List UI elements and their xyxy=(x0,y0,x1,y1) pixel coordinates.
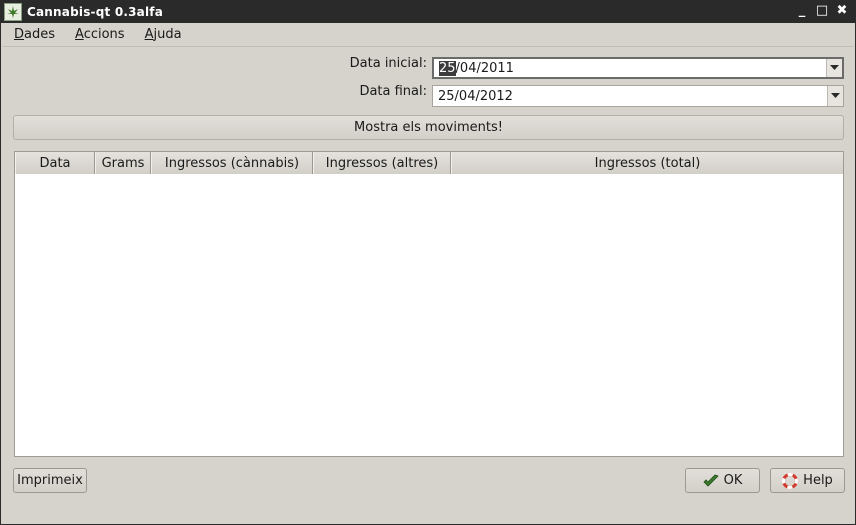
menu-accions[interactable]: Accions xyxy=(63,27,133,42)
help-button[interactable]: Help xyxy=(770,468,845,493)
help-button-label: Help xyxy=(803,473,833,488)
table-header: Data Grams Ingressos (cànnabis) Ingresso… xyxy=(15,152,843,174)
start-date-row: Data inicial: xyxy=(301,56,429,71)
chevron-down-icon xyxy=(831,93,840,98)
start-date-rest-text: /04/2011 xyxy=(455,60,514,76)
window-title: Cannabis-qt 0.3alfa xyxy=(27,5,164,19)
end-date-field[interactable]: 25/04/2012 xyxy=(432,85,844,107)
column-header-ingressos-total[interactable]: Ingressos (total) xyxy=(451,152,843,174)
checkmark-icon xyxy=(703,474,719,488)
menu-dades-mnemonic: D xyxy=(14,27,25,42)
menu-accions-mnemonic: A xyxy=(75,27,84,42)
close-button[interactable]: ✖ xyxy=(835,3,849,19)
cannabis-leaf-icon xyxy=(4,3,22,21)
menu-bar: Dades Accions Ajuda xyxy=(2,23,854,47)
movements-table[interactable]: Data Grams Ingressos (cànnabis) Ingresso… xyxy=(14,151,844,457)
show-movements-button[interactable]: Mostra els moviments! xyxy=(13,115,844,140)
menu-dades[interactable]: Dades xyxy=(2,27,63,42)
lifebuoy-icon xyxy=(782,472,799,489)
column-header-ingressos-cannabis[interactable]: Ingressos (cànnabis) xyxy=(151,152,313,174)
print-button-label: Imprimeix xyxy=(17,473,83,488)
menu-accions-label: ccions xyxy=(83,27,125,42)
start-date-value: 25/04/2011 xyxy=(434,60,514,76)
app-window: Cannabis-qt 0.3alfa _ □ ✖ Dades Accions … xyxy=(0,0,856,525)
table-body xyxy=(15,174,843,457)
ok-button-label: OK xyxy=(723,473,743,488)
chevron-down-icon xyxy=(830,65,839,70)
start-date-field[interactable]: 25/04/2011 xyxy=(432,57,844,79)
column-header-grams[interactable]: Grams xyxy=(95,152,151,174)
column-header-data[interactable]: Data xyxy=(15,152,95,174)
minimize-button[interactable]: _ xyxy=(795,3,809,19)
menu-ajuda-label: juda xyxy=(153,27,182,42)
window-controls: _ □ ✖ xyxy=(795,3,849,19)
title-bar[interactable]: Cannabis-qt 0.3alfa _ □ ✖ xyxy=(1,1,855,23)
end-date-dropdown-button[interactable] xyxy=(827,86,843,106)
end-date-value: 25/04/2012 xyxy=(438,88,513,104)
end-date-row: Data final: xyxy=(301,84,429,99)
start-date-dropdown-button[interactable] xyxy=(826,59,842,77)
maximize-button[interactable]: □ xyxy=(815,3,829,19)
ok-button[interactable]: OK xyxy=(685,468,760,493)
column-header-ingressos-altres[interactable]: Ingressos (altres) xyxy=(313,152,451,174)
print-button[interactable]: Imprimeix xyxy=(13,468,87,493)
menu-ajuda[interactable]: Ajuda xyxy=(133,27,190,42)
start-date-selected-text: 25 xyxy=(439,60,456,76)
end-date-label: Data final: xyxy=(359,84,427,99)
start-date-label: Data inicial: xyxy=(349,56,427,71)
menu-dades-label: ades xyxy=(24,27,56,42)
